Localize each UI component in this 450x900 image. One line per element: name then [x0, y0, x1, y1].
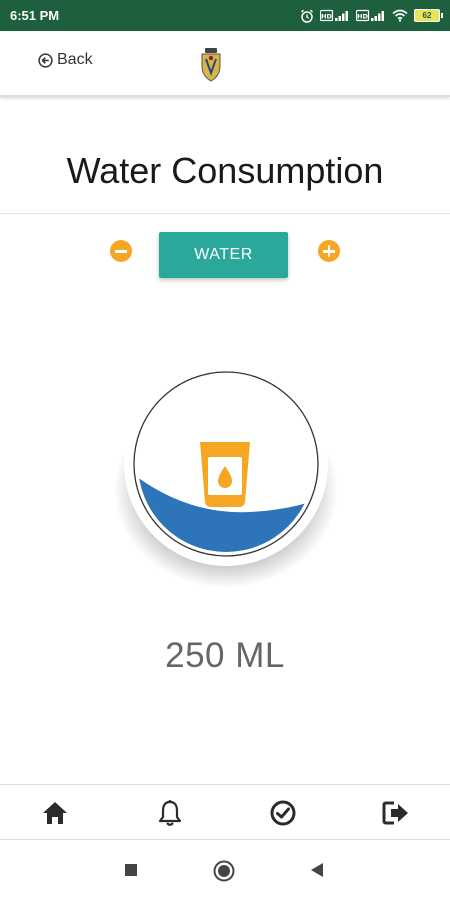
status-icons: HD HD 62: [300, 9, 443, 23]
water-glass-icon: [200, 442, 250, 507]
wifi-icon: [392, 9, 408, 22]
back-arrow-icon: [38, 52, 53, 68]
svg-text:HD: HD: [357, 13, 368, 21]
status-bar: 6:51 PM HD HD 62: [0, 0, 450, 31]
nav-checklist[interactable]: [268, 798, 298, 828]
svg-text:HD: HD: [321, 13, 332, 21]
increase-button[interactable]: [318, 240, 340, 262]
sim2-signal-icon: HD: [356, 9, 384, 22]
system-nav-bar: [0, 841, 450, 900]
logout-icon: [382, 801, 408, 825]
title-divider: [0, 213, 450, 214]
bell-icon: [158, 800, 182, 826]
nav-notifications[interactable]: [155, 798, 185, 828]
water-amount: 250 ML: [165, 636, 285, 675]
water-level-indicator: [114, 362, 338, 588]
back-button[interactable]: Back: [38, 51, 93, 69]
page-title: Water Consumption: [66, 150, 384, 191]
recents-square-icon[interactable]: [124, 863, 138, 877]
back-triangle-icon[interactable]: [310, 862, 324, 878]
water-button[interactable]: WATER: [159, 232, 288, 278]
status-time: 6:51 PM: [10, 8, 60, 23]
battery-icon: 62: [414, 9, 443, 22]
back-label: Back: [57, 51, 93, 68]
intake-controls: WATER: [0, 232, 450, 278]
decrease-button[interactable]: [110, 240, 132, 262]
alarm-icon: [301, 9, 313, 23]
sim1-signal-icon: HD: [320, 9, 348, 22]
bottom-nav: [0, 784, 450, 840]
app-header: Back: [0, 31, 450, 97]
nav-home[interactable]: [40, 798, 70, 828]
home-circle-icon[interactable]: [213, 860, 235, 882]
crest-logo: [201, 48, 221, 82]
nav-logout[interactable]: [381, 798, 411, 828]
home-icon: [43, 802, 67, 824]
check-circle-icon: [270, 800, 296, 826]
